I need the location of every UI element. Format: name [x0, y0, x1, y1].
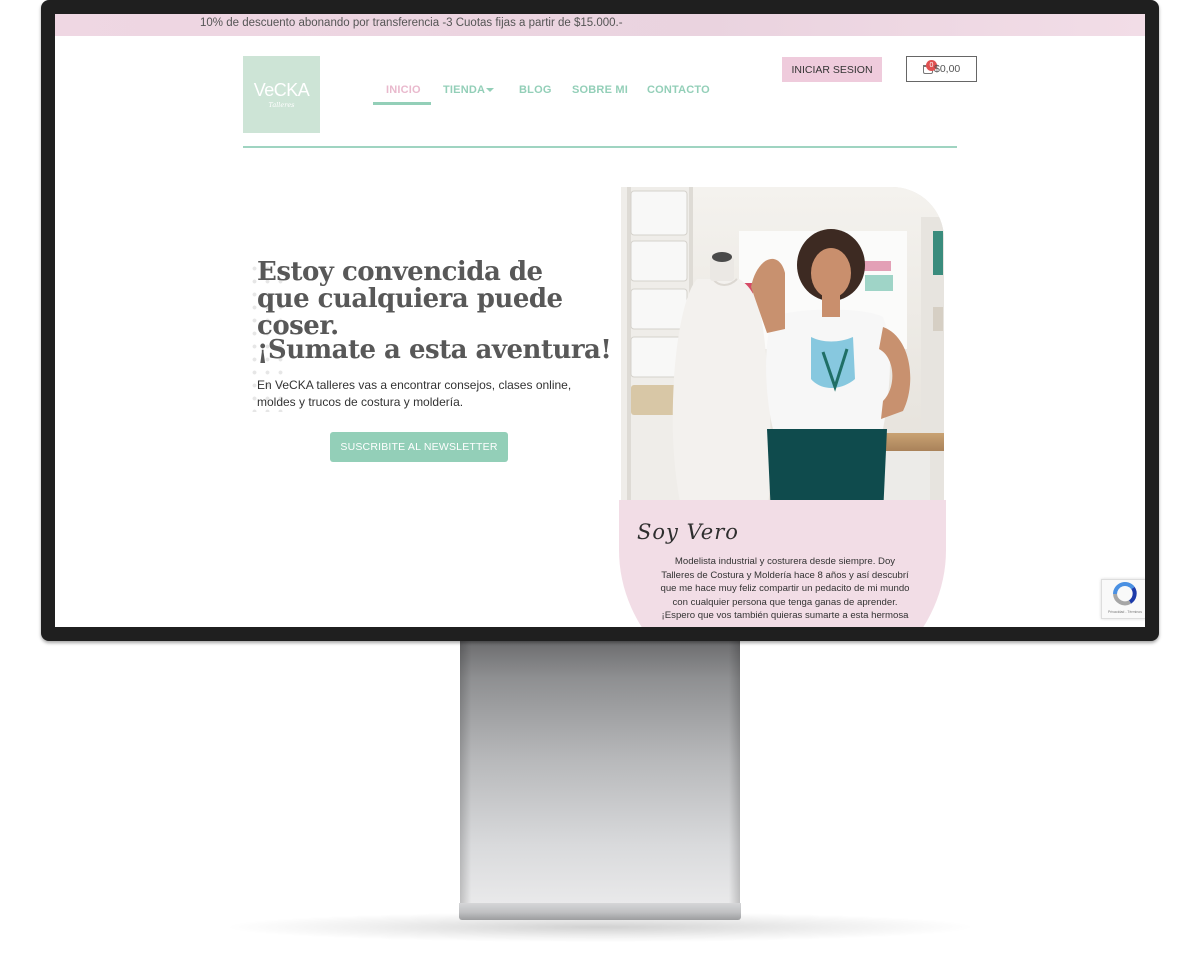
nav-item-contacto[interactable]: CONTACTO: [647, 84, 710, 104]
recaptcha-badge[interactable]: Privacidad - Términos: [1101, 579, 1145, 619]
chevron-down-icon[interactable]: [486, 88, 494, 92]
nav-active-indicator: [373, 102, 431, 105]
monitor-stand: [460, 641, 740, 903]
nav-item-sobre-mi[interactable]: SOBRE MI: [572, 84, 628, 104]
about-card: Soy Vero Modelista industrial y costurer…: [619, 500, 946, 627]
recaptcha-icon: [1113, 582, 1137, 606]
page: 10% de descuento abonando por transferen…: [0, 0, 1200, 980]
promo-text: 10% de descuento abonando por transferen…: [200, 17, 623, 29]
promo-bar: 10% de descuento abonando por transferen…: [55, 14, 1145, 36]
monitor-screen: 10% de descuento abonando por transferen…: [55, 14, 1145, 627]
login-button[interactable]: INICIAR SESION: [782, 57, 882, 82]
hero-photo: [621, 187, 944, 515]
nav-item-inicio[interactable]: INICIO: [386, 84, 421, 104]
recaptcha-label: Privacidad - Términos: [1108, 610, 1142, 614]
cart-button[interactable]: 0 $0,00: [906, 56, 977, 82]
hero-description: En VeCKA talleres vas a encontrar consej…: [257, 378, 572, 409]
nav-item-blog[interactable]: BLOG: [519, 84, 552, 104]
site-logo[interactable]: VeCKA Talleres: [243, 56, 320, 133]
about-title: Soy Vero: [637, 520, 739, 544]
newsletter-button[interactable]: SUSCRIBITE AL NEWSLETTER: [330, 432, 508, 462]
hero-subtitle: ¡Sumate a esta aventura!: [257, 335, 612, 365]
header-divider: [243, 146, 957, 148]
monitor-stand-base: [459, 903, 741, 920]
photo-illustration: [621, 187, 944, 515]
logo-subtitle: Talleres: [268, 101, 295, 109]
monitor-bezel: 10% de descuento abonando por transferen…: [41, 0, 1159, 641]
logo-name: VeCKA: [253, 80, 310, 100]
cart-amount: $0,00: [934, 63, 961, 75]
about-text: Modelista industrial y costurera desde s…: [660, 556, 910, 622]
hero-title: Estoy convencida de que cualquiera puede…: [257, 257, 563, 341]
nav-item-tienda[interactable]: TIENDA: [443, 84, 485, 104]
